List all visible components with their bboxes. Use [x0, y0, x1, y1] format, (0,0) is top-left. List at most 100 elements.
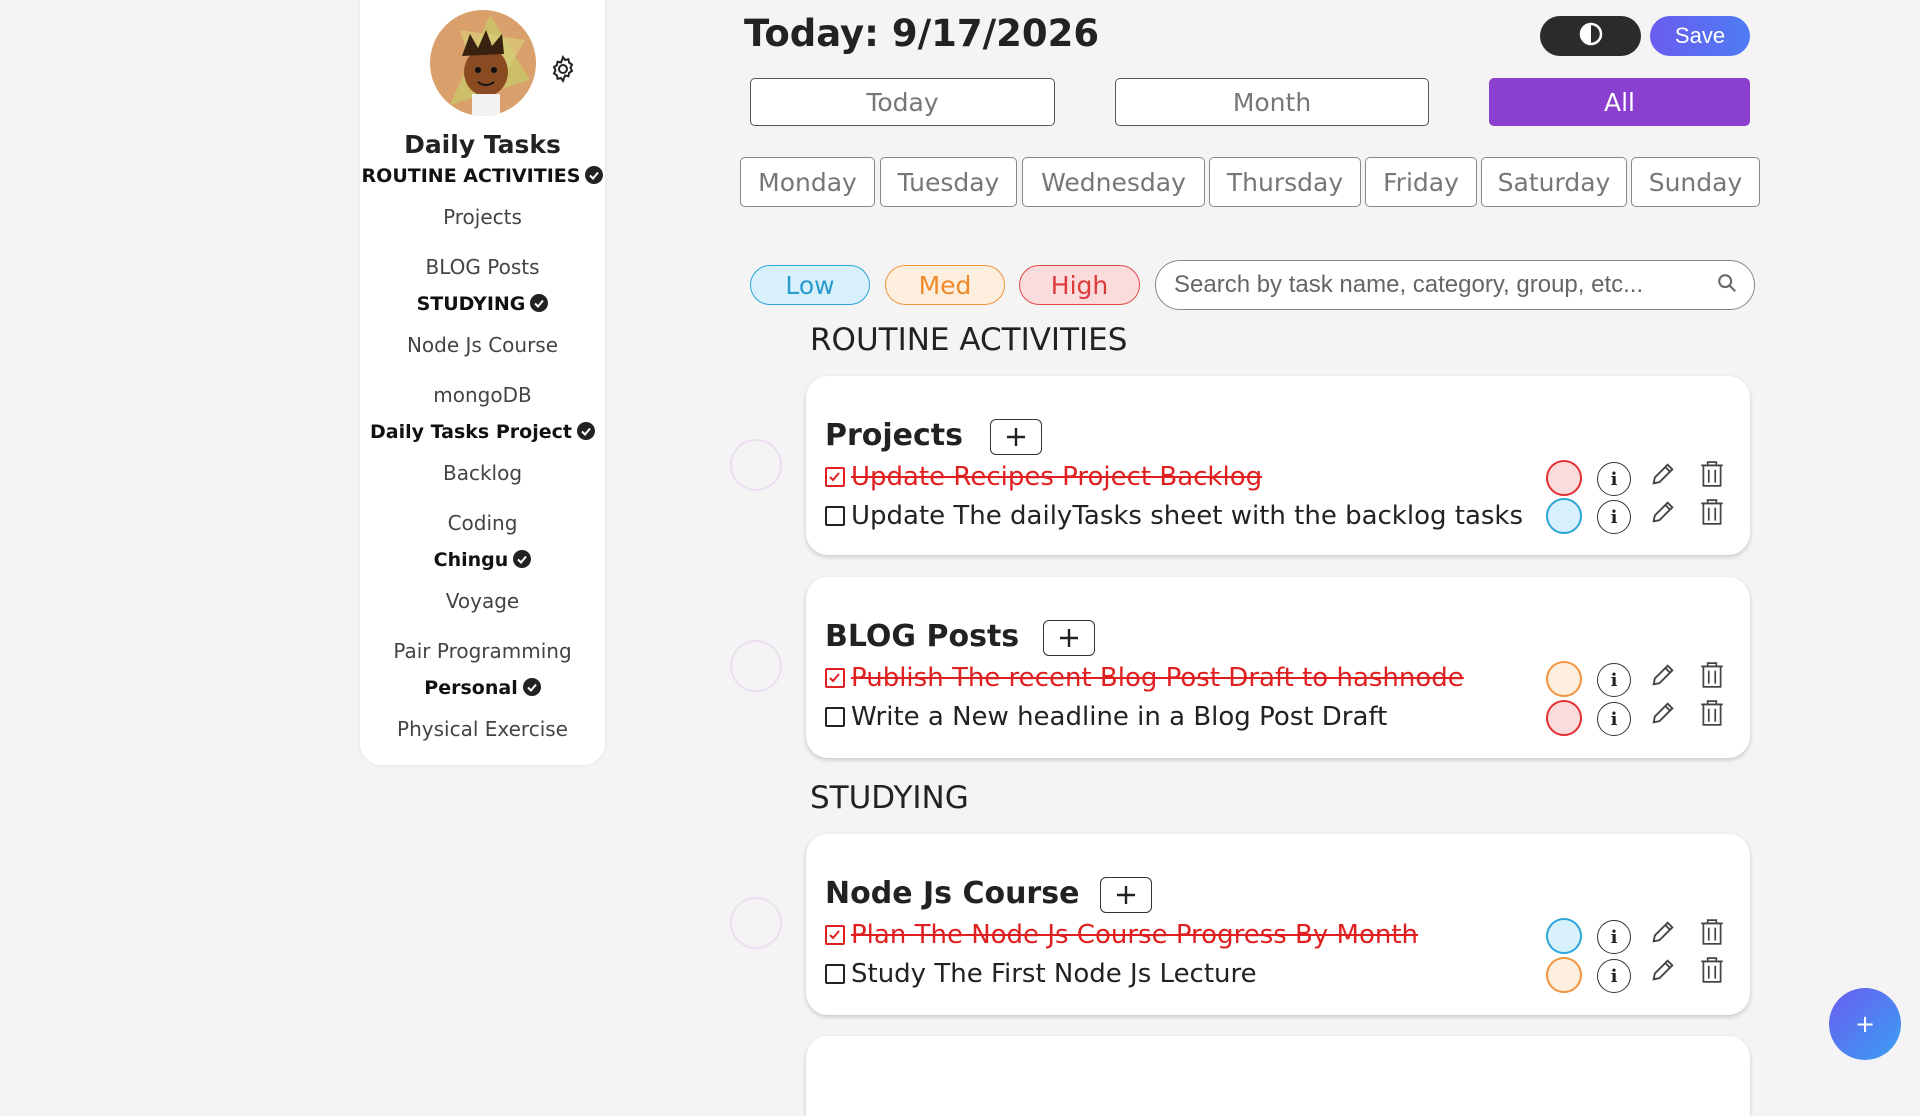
sidebar-item-voyage[interactable]: Voyage: [360, 589, 605, 613]
card-select-circle[interactable]: [730, 640, 782, 692]
delete-trash-icon[interactable]: [1699, 498, 1725, 526]
day-monday-button[interactable]: Monday: [740, 157, 875, 207]
card-select-circle[interactable]: [730, 439, 782, 491]
sidebar-item-projects[interactable]: Projects: [360, 205, 605, 229]
card-title: Node Js Course: [825, 876, 1080, 911]
priority-med-filter[interactable]: Med: [885, 265, 1005, 305]
group-card-projects: Projects Update Recipes Project Backlog …: [806, 376, 1750, 555]
theme-toggle-button[interactable]: [1540, 16, 1641, 56]
sidebar-title: Daily Tasks: [404, 130, 561, 159]
info-icon[interactable]: i: [1597, 920, 1631, 954]
delete-trash-icon[interactable]: [1699, 918, 1725, 946]
info-icon[interactable]: i: [1597, 702, 1631, 736]
day-thursday-button[interactable]: Thursday: [1209, 157, 1361, 207]
priority-indicator-low[interactable]: [1546, 918, 1582, 954]
search-icon[interactable]: [1716, 272, 1738, 298]
group-card-blog-posts: BLOG Posts Publish The recent Blog Post …: [806, 577, 1750, 758]
view-month-button[interactable]: Month: [1115, 78, 1429, 126]
today-date-title: Today: 9/17/2026: [744, 12, 1100, 55]
edit-pencil-icon[interactable]: [1649, 498, 1677, 526]
task-checkbox[interactable]: [825, 925, 845, 945]
task-checkbox[interactable]: [825, 964, 845, 984]
task-item[interactable]: Update Recipes Project Backlog: [825, 462, 1262, 492]
sidebar: Daily Tasks ROUTINE ACTIVITIES Projects …: [360, 0, 605, 765]
task-item[interactable]: Publish The recent Blog Post Draft to ha…: [825, 663, 1464, 693]
sidebar-item-node-js-course[interactable]: Node Js Course: [360, 333, 605, 357]
task-item[interactable]: Update The dailyTasks sheet with the bac…: [825, 501, 1523, 531]
view-all-button[interactable]: All: [1489, 78, 1750, 126]
sidebar-item-pair-programming[interactable]: Pair Programming: [360, 639, 605, 663]
sidebar-group-personal[interactable]: Personal: [360, 677, 605, 699]
group-card-partial: [806, 1036, 1750, 1116]
task-text: Write a New headline in a Blog Post Draf…: [851, 702, 1388, 732]
task-text: Update Recipes Project Backlog: [851, 462, 1263, 492]
delete-trash-icon[interactable]: [1699, 699, 1725, 727]
add-task-button[interactable]: [990, 419, 1042, 455]
check-circle-icon: [585, 165, 604, 184]
task-checkbox[interactable]: [825, 668, 845, 688]
edit-pencil-icon[interactable]: [1649, 699, 1677, 727]
task-item[interactable]: Study The First Node Js Lecture: [825, 959, 1257, 989]
sidebar-item-mongodb[interactable]: mongoDB: [360, 383, 605, 407]
view-today-button[interactable]: Today: [750, 78, 1055, 126]
sidebar-item-physical-exercise[interactable]: Physical Exercise: [360, 717, 605, 741]
priority-low-filter[interactable]: Low: [750, 265, 870, 305]
check-circle-icon: [576, 421, 595, 440]
search-input[interactable]: [1172, 270, 1716, 300]
sidebar-group-chingu[interactable]: Chingu: [360, 549, 605, 571]
task-text: Plan The Node Js Course Progress By Mont…: [851, 920, 1419, 950]
priority-indicator-low[interactable]: [1546, 498, 1582, 534]
day-friday-button[interactable]: Friday: [1365, 157, 1477, 207]
add-task-button[interactable]: [1100, 877, 1152, 913]
priority-high-filter[interactable]: High: [1019, 265, 1140, 305]
section-heading-studying: STUDYING: [810, 780, 969, 816]
sidebar-item-coding[interactable]: Coding: [360, 511, 605, 535]
task-item[interactable]: Write a New headline in a Blog Post Draf…: [825, 702, 1387, 732]
task-text: Study The First Node Js Lecture: [851, 959, 1257, 989]
info-icon[interactable]: i: [1597, 462, 1631, 496]
sidebar-group-studying[interactable]: STUDYING: [360, 293, 605, 315]
day-wednesday-button[interactable]: Wednesday: [1022, 157, 1205, 207]
priority-indicator-med[interactable]: [1546, 661, 1582, 697]
info-icon[interactable]: i: [1597, 959, 1631, 993]
avatar[interactable]: [430, 10, 536, 116]
priority-indicator-high[interactable]: [1546, 700, 1582, 736]
check-circle-icon: [522, 677, 541, 696]
task-item[interactable]: Plan The Node Js Course Progress By Mont…: [825, 920, 1418, 950]
sidebar-group-daily-tasks-project[interactable]: Daily Tasks Project: [360, 421, 605, 443]
priority-indicator-med[interactable]: [1546, 957, 1582, 993]
info-icon[interactable]: i: [1597, 663, 1631, 697]
delete-trash-icon[interactable]: [1699, 956, 1725, 984]
group-card-node-js-course: Node Js Course Plan The Node Js Course P…: [806, 834, 1750, 1015]
search-box: [1155, 260, 1755, 310]
sidebar-item-backlog[interactable]: Backlog: [360, 461, 605, 485]
priority-indicator-high[interactable]: [1546, 460, 1582, 496]
section-heading-routine-activities: ROUTINE ACTIVITIES: [810, 322, 1128, 358]
day-tuesday-button[interactable]: Tuesday: [880, 157, 1017, 207]
edit-pencil-icon[interactable]: [1649, 661, 1677, 689]
edit-pencil-icon[interactable]: [1649, 956, 1677, 984]
delete-trash-icon[interactable]: [1699, 661, 1725, 689]
sidebar-item-blog-posts[interactable]: BLOG Posts: [360, 255, 605, 279]
info-icon[interactable]: i: [1597, 500, 1631, 534]
check-circle-icon: [530, 293, 549, 312]
floating-add-button[interactable]: +: [1829, 988, 1901, 1060]
card-title: BLOG Posts: [825, 619, 1020, 654]
task-checkbox[interactable]: [825, 707, 845, 727]
add-task-button[interactable]: [1043, 620, 1095, 656]
card-select-circle[interactable]: [730, 897, 782, 949]
sidebar-group-routine-activities[interactable]: ROUTINE ACTIVITIES: [360, 165, 605, 187]
task-checkbox[interactable]: [825, 506, 845, 526]
card-title: Projects: [825, 418, 964, 453]
day-saturday-button[interactable]: Saturday: [1481, 157, 1627, 207]
task-text: Publish The recent Blog Post Draft to ha…: [851, 663, 1464, 693]
delete-trash-icon[interactable]: [1699, 460, 1725, 488]
edit-pencil-icon[interactable]: [1649, 918, 1677, 946]
settings-gear-icon[interactable]: [548, 54, 578, 84]
edit-pencil-icon[interactable]: [1649, 460, 1677, 488]
save-button[interactable]: Save: [1650, 16, 1750, 56]
contrast-icon: [1579, 22, 1603, 50]
task-checkbox[interactable]: [825, 467, 845, 487]
day-sunday-button[interactable]: Sunday: [1631, 157, 1760, 207]
task-text: Update The dailyTasks sheet with the bac…: [851, 501, 1524, 531]
